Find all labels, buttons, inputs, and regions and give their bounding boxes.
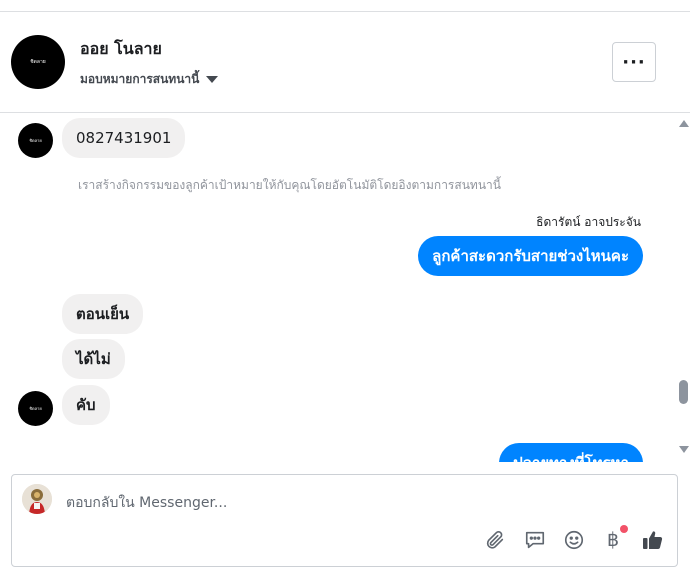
message-bubble-incoming[interactable]: ได้ไม่ [62,339,125,379]
avatar-label: ชิดลาย [29,406,42,411]
assign-conversation-dropdown[interactable]: มอบหมายการสนทนานี้ [80,70,219,89]
avatar[interactable]: ชิดลาย [11,35,65,89]
assign-label: มอบหมายการสนทนานี้ [80,72,200,86]
more-icon: ··· [622,51,646,73]
scroll-down-arrow[interactable] [679,446,689,453]
avatar: ชิดลาย [18,391,53,426]
message-bubble-incoming[interactable]: 0827431901 [62,118,186,158]
notification-dot [620,525,628,533]
reply-input[interactable] [66,493,566,513]
message-thread: ชิดลาย 0827431901 เราสร้างกิจกรรมของลูกค… [0,113,690,462]
baht-symbol: ฿ [606,529,620,551]
contact-name[interactable]: ออย โนลาย [80,37,162,62]
avatar-label: ชิดลาย [29,138,42,143]
message-bubble-outgoing[interactable]: ลูกค้าสะดวกรับสายช่วงไหนคะ [418,236,643,276]
like-icon[interactable] [640,527,666,553]
paperclip-icon[interactable] [482,527,508,553]
sender-name: ธิดารัตน์ อาจประจัน [536,215,641,229]
chevron-down-icon [206,76,219,83]
message-bubble-incoming[interactable]: ตอนเย็น [62,294,144,334]
scroll-up-arrow[interactable] [679,120,689,127]
message-bubble-incoming[interactable]: คับ [62,385,110,425]
conversation-header: ชิดลาย ออย โนลาย มอบหมายการสนทนานี้ ··· [0,12,690,113]
system-note: เราสร้างกิจกรรมของลูกค้าเป้าหมายให้กับคุ… [78,178,501,192]
reply-composer: ฿ [11,474,678,567]
emoji-icon[interactable] [561,527,587,553]
avatar-label: ชิดลาย [30,59,46,65]
message-bubble-outgoing[interactable]: ปลายทางที่โทรหา [499,443,643,462]
saved-reply-icon[interactable] [522,527,548,553]
scrollbar[interactable] [676,113,690,462]
avatar: ชิดลาย [18,123,53,158]
more-button[interactable]: ··· [612,42,656,82]
avatar [22,484,52,514]
scrollbar-thumb[interactable] [679,380,688,404]
